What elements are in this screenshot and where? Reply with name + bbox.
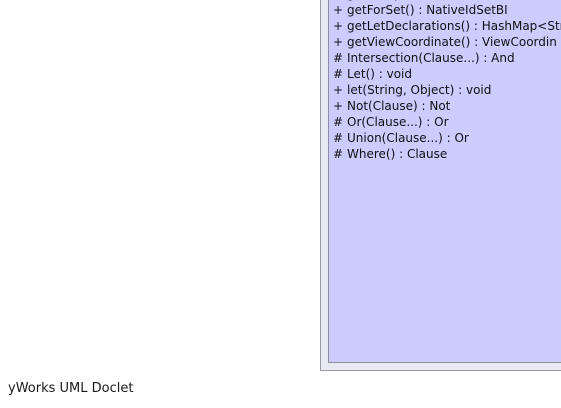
method-row: # Union(Clause...) : Or [333, 130, 561, 146]
method-row: + let(String, Object) : void [333, 82, 561, 98]
method-signature: Intersection(Clause...) : And [347, 51, 515, 65]
method-row: # Intersection(Clause...) : And [333, 50, 561, 66]
method-row: + getLetDeclarations() : HashMap<Str [333, 18, 561, 34]
method-visibility: # [333, 147, 344, 161]
method-row: + Not(Clause) : Not [333, 98, 561, 114]
uml-class-box: +getComputerPhases() : EnumSet<Cla+getFo… [320, 0, 561, 371]
method-row: # Let() : void [333, 66, 561, 82]
method-visibility: + [333, 19, 344, 33]
method-visibility: # [333, 51, 344, 65]
method-signature: Where() : Clause [347, 147, 448, 161]
method-visibility: # [333, 115, 344, 129]
method-signature: getForSet() : NativeIdSetBI [347, 3, 508, 17]
method-row: # Or(Clause...) : Or [333, 114, 561, 130]
method-visibility: # [333, 67, 344, 81]
method-visibility: + [333, 35, 344, 49]
methods-compartment: +getComputerPhases() : EnumSet<Cla+getFo… [328, 0, 561, 363]
method-signature: Let() : void [347, 67, 412, 81]
method-visibility: + [333, 3, 344, 17]
method-signature: getViewCoordinate() : ViewCoordin [347, 35, 557, 49]
method-signature: Not(Clause) : Not [347, 99, 451, 113]
method-signature: getComputerPhases() : EnumSet<Cla [347, 0, 561, 1]
method-list: +getComputerPhases() : EnumSet<Cla+getFo… [333, 0, 561, 162]
method-row: # Where() : Clause [333, 146, 561, 162]
method-signature: Or(Clause...) : Or [347, 115, 449, 129]
method-visibility: # [333, 131, 344, 145]
method-row: + getForSet() : NativeIdSetBI [333, 2, 561, 18]
method-signature: Union(Clause...) : Or [347, 131, 469, 145]
method-visibility: + [333, 83, 344, 97]
method-signature: let(String, Object) : void [347, 83, 492, 97]
method-signature: getLetDeclarations() : HashMap<Str [347, 19, 561, 33]
method-visibility: + [333, 99, 344, 113]
method-row: + getViewCoordinate() : ViewCoordin [333, 34, 561, 50]
footer-credit: yWorks UML Doclet [8, 381, 134, 396]
